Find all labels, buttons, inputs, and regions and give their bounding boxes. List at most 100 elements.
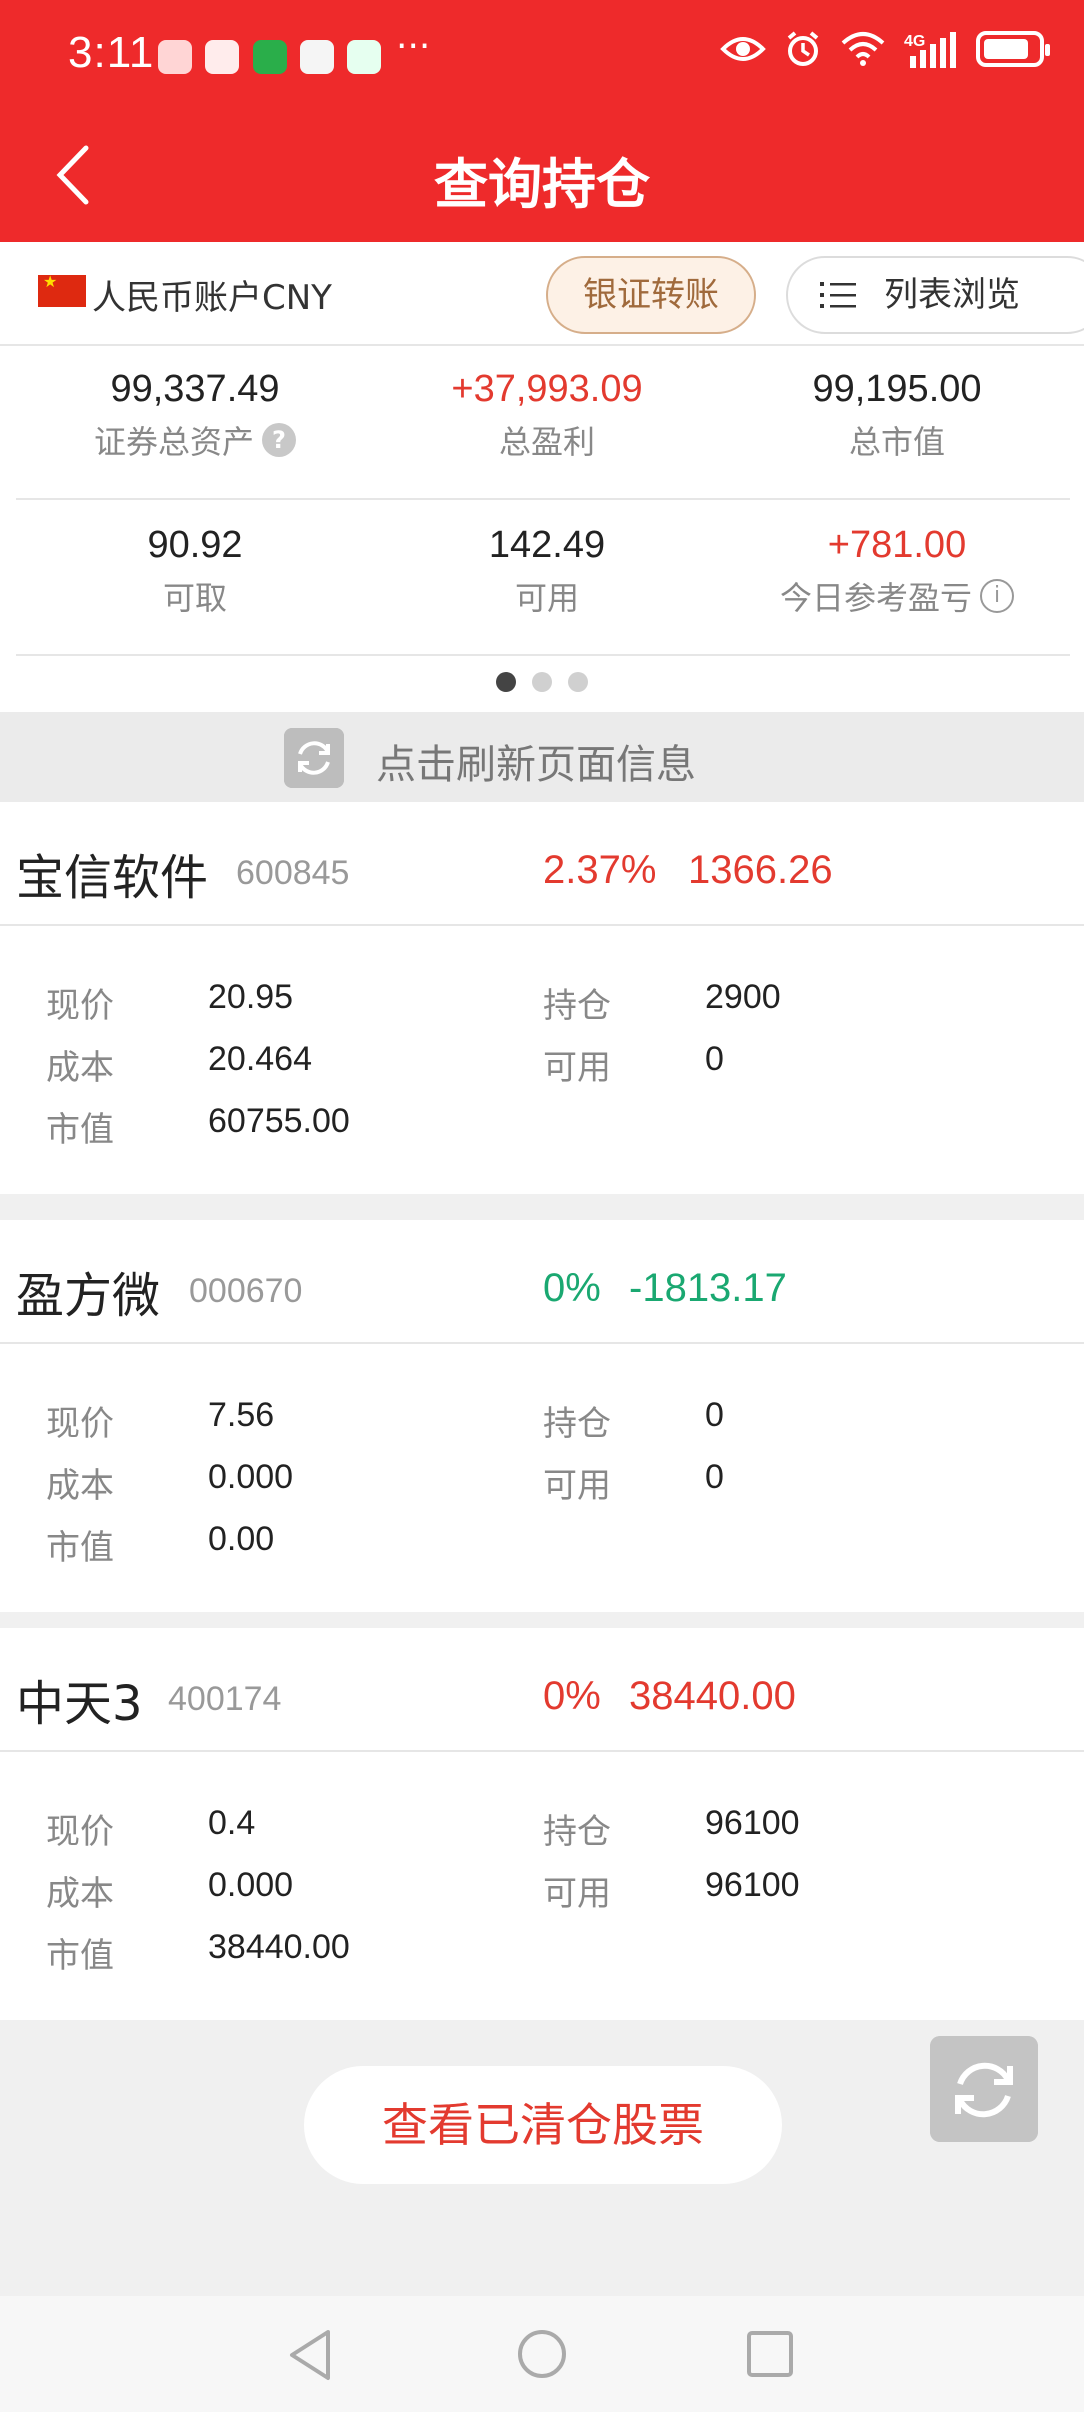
stock-code: 400174 [168, 1680, 282, 1718]
total-profit-label: 总盈利 [498, 423, 595, 461]
market-value-label: 市值 [46, 1110, 114, 1150]
status-time: 3:11 [68, 28, 155, 77]
today-pnl: +781.00 今日参考盈亏 i [722, 524, 1072, 619]
status-bar: 3:11 ··· 4G [0, 0, 1084, 110]
cost-label: 成本 [46, 1874, 114, 1914]
market-value-label: 市值 [46, 1528, 114, 1568]
cost-label: 成本 [46, 1466, 114, 1506]
available-label: 可用 [543, 1048, 611, 1088]
list-icon [820, 282, 856, 308]
market-value-value: 99,195.00 [812, 368, 982, 410]
total-assets-label: 证券总资产 [93, 423, 254, 461]
summary-row: 90.92 可取 142.49 可用 +781.00 今日参考盈亏 i [16, 502, 1070, 656]
notification-post-icon [347, 40, 381, 74]
page-dot-active [496, 672, 516, 692]
stock-name: 中天3 [16, 1676, 143, 1732]
stock-change-pct: 0% [543, 1266, 601, 1310]
wifi-icon [841, 32, 885, 66]
stock-code: 600845 [236, 854, 350, 892]
page-title: 查询持仓 [434, 153, 650, 216]
position-label: 持仓 [543, 1404, 611, 1444]
price-label: 现价 [46, 1404, 114, 1444]
market-value-label: 市值 [46, 1936, 114, 1976]
header-bar: 3:11 ··· 4G 查询持仓 [0, 0, 1084, 242]
refresh-icon [284, 728, 344, 788]
position-header: 中天3 400174 0% 38440.00 [0, 1628, 1084, 1752]
system-nav-bar [0, 2296, 1084, 2412]
notification-browser-icon [300, 40, 334, 74]
market-value-value: 38440.00 [208, 1928, 350, 1966]
svg-text:4G: 4G [904, 33, 925, 50]
bank-transfer-button[interactable]: 银证转账 [546, 256, 756, 334]
help-icon[interactable]: ? [262, 423, 296, 457]
floating-refresh-icon[interactable] [930, 2036, 1038, 2142]
available-funds-label: 可用 [514, 579, 579, 617]
stock-pnl: -1813.17 [629, 1266, 787, 1310]
battery-icon [976, 31, 1050, 67]
stock-name: 宝信软件 [16, 850, 209, 906]
position-value: 0 [705, 1396, 724, 1434]
available-label: 可用 [543, 1466, 611, 1506]
notification-app-icon [158, 40, 192, 74]
total-profit: +37,993.09 总盈利 [372, 368, 722, 463]
stock-change-pct: 0% [543, 1674, 601, 1718]
view-cleared-stocks-button[interactable]: 查看已清仓股票 [304, 2066, 782, 2184]
market-value: 99,195.00 总市值 [722, 368, 1072, 463]
info-icon[interactable]: i [980, 579, 1014, 613]
stock-pnl: 1366.26 [688, 848, 833, 892]
price-value: 7.56 [208, 1396, 275, 1434]
price-value: 0.4 [208, 1804, 256, 1842]
summary-row: 99,337.49 证券总资产? +37,993.09 总盈利 99,195.0… [16, 346, 1070, 500]
page-indicator [0, 672, 1084, 692]
withdrawable-value: 90.92 [147, 524, 243, 566]
total-assets-value: 99,337.49 [110, 368, 280, 410]
notification-wechat-icon [253, 40, 287, 74]
status-icons: 4G [720, 30, 1050, 68]
nav-back-icon[interactable] [286, 2328, 334, 2382]
stock-code: 000670 [189, 1272, 303, 1310]
available-value: 0 [705, 1458, 724, 1496]
cost-value: 0.000 [208, 1866, 294, 1904]
stock-change-pct: 2.37% [543, 848, 657, 892]
total-assets: 99,337.49 证券总资产? [20, 368, 370, 463]
price-label: 现价 [46, 1812, 114, 1852]
position-card[interactable]: 中天3 400174 0% 38440.00 现价 0.4 成本 0.000 市… [0, 1628, 1084, 2020]
available-funds-value: 142.49 [488, 524, 606, 566]
position-card[interactable]: 宝信软件 600845 2.37% 1366.26 现价 20.95 成本 20… [0, 802, 1084, 1194]
china-flag-icon [38, 272, 86, 307]
today-pnl-value: +781.00 [827, 524, 967, 566]
nav-home-icon[interactable] [516, 2328, 568, 2380]
today-pnl-label: 今日参考盈亏 [779, 579, 972, 617]
position-header: 宝信软件 600845 2.37% 1366.26 [0, 802, 1084, 926]
total-profit-value: +37,993.09 [451, 368, 643, 410]
withdrawable: 90.92 可取 [20, 524, 370, 619]
position-card[interactable]: 盈方微 000670 0% -1813.17 现价 7.56 成本 0.000 … [0, 1220, 1084, 1612]
market-value-label: 总市值 [848, 423, 945, 461]
stock-name: 盈方微 [16, 1268, 161, 1324]
price-label: 现价 [46, 986, 114, 1026]
available-funds: 142.49 可用 [372, 524, 722, 619]
page-dot [532, 672, 552, 692]
signal-4g-icon: 4G [904, 32, 956, 68]
position-value: 96100 [705, 1804, 800, 1842]
withdrawable-label: 可取 [162, 579, 227, 617]
eye-icon [720, 37, 766, 61]
cost-label: 成本 [46, 1048, 114, 1088]
asset-summary: 99,337.49 证券总资产? +37,993.09 总盈利 99,195.0… [0, 346, 1084, 712]
refresh-bar[interactable]: 点击刷新页面信息 [0, 712, 1084, 802]
stock-pnl: 38440.00 [629, 1674, 796, 1718]
notification-mail-icon [205, 40, 239, 74]
price-value: 20.95 [208, 978, 294, 1016]
notification-more-icon: ··· [396, 26, 431, 67]
refresh-text: 点击刷新页面信息 [376, 742, 696, 788]
position-header: 盈方微 000670 0% -1813.17 [0, 1220, 1084, 1344]
account-row: 人民币账户CNY 银证转账 列表浏览 [0, 242, 1084, 346]
available-label: 可用 [543, 1874, 611, 1914]
cost-value: 0.000 [208, 1458, 294, 1496]
page-dot [568, 672, 588, 692]
list-view-button[interactable]: 列表浏览 [786, 256, 1084, 334]
position-value: 2900 [705, 978, 781, 1016]
nav-recents-icon[interactable] [746, 2330, 794, 2378]
market-value-value: 0.00 [208, 1520, 275, 1558]
market-value-value: 60755.00 [208, 1102, 350, 1140]
